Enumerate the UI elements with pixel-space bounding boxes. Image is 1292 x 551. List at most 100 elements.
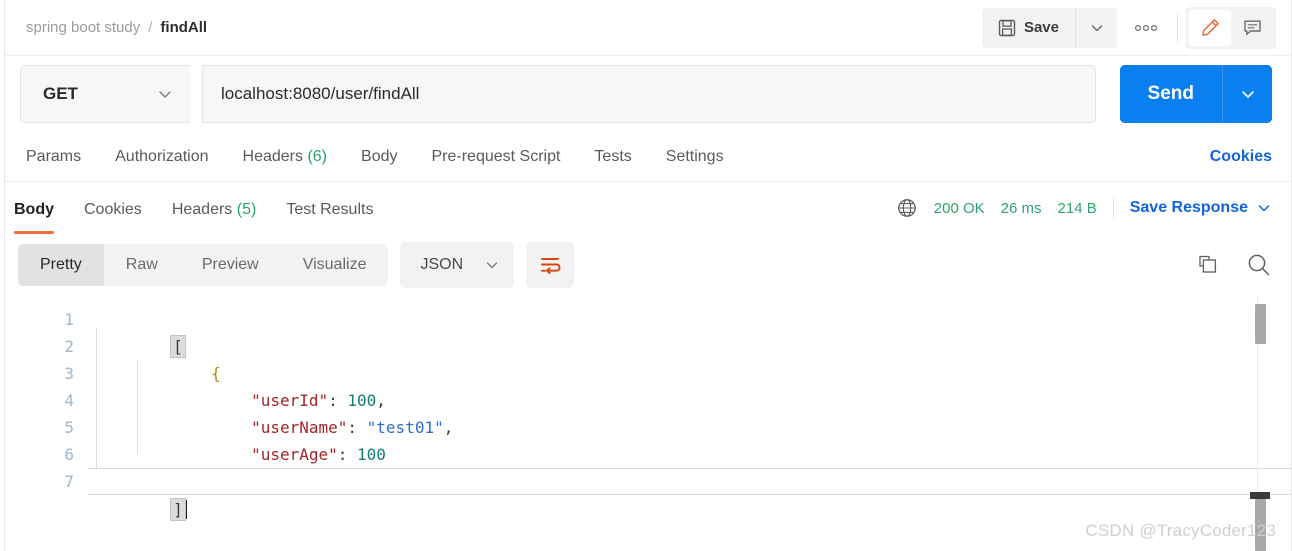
save-dropdown-button[interactable] (1075, 8, 1117, 48)
response-tab-headers-count: (5) (237, 201, 257, 218)
save-response-label: Save Response (1130, 199, 1248, 217)
cookies-link[interactable]: Cookies (1210, 148, 1272, 166)
scrollbar-corner (1250, 492, 1270, 499)
line-number: 5 (0, 414, 88, 441)
response-tab-headers-label: Headers (172, 201, 232, 218)
tab-pre-request-script[interactable]: Pre-request Script (431, 148, 560, 166)
response-time: 26 ms (1001, 200, 1042, 217)
response-tabs: Body Cookies Headers (5) Test Results (14, 182, 403, 234)
tab-body[interactable]: Body (361, 148, 397, 166)
pencil-icon (1200, 17, 1221, 38)
response-tab-cookies-label: Cookies (84, 201, 142, 218)
code-line-2: { (88, 333, 1292, 360)
response-tab-body-label: Body (14, 201, 54, 218)
send-button[interactable]: Send (1120, 65, 1222, 123)
vertical-scrollbar-thumb[interactable] (1255, 304, 1266, 344)
response-body-editor[interactable]: 1 2 3 4 5 6 7 [ { "userId": 100, "userNa… (0, 296, 1292, 551)
code-line-6: } (88, 441, 1292, 468)
chevron-down-icon (156, 85, 174, 103)
line-number: 7 (0, 468, 88, 495)
line-number: 2 (0, 333, 88, 360)
code-line-4: "userName": "test01", (88, 387, 1292, 414)
response-size: 214 B (1058, 200, 1097, 217)
window-left-edge (0, 0, 5, 551)
http-method-selector[interactable]: GET (20, 65, 190, 123)
request-tabs: Params Authorization Headers (6) Body Pr… (0, 132, 1292, 182)
edit-documentation-button[interactable] (1189, 10, 1231, 46)
view-mode-visualize[interactable]: Visualize (281, 244, 389, 286)
chevron-down-icon (1089, 20, 1105, 36)
tab-headers-count: (6) (307, 148, 327, 165)
breadcrumb-request-name: findAll (160, 19, 207, 36)
view-mode-pretty[interactable]: Pretty (18, 244, 104, 286)
viewer-right-actions (1196, 252, 1272, 278)
response-format-selector[interactable]: JSON (400, 242, 514, 288)
postman-window: spring boot study / findAll Save (0, 0, 1292, 551)
code-line-1: [ (88, 306, 1292, 333)
response-tab-cookies[interactable]: Cookies (84, 185, 142, 234)
response-tab-test-results-label: Test Results (286, 201, 373, 218)
tab-headers[interactable]: Headers (6) (243, 148, 328, 166)
tab-params[interactable]: Params (26, 148, 81, 166)
search-button[interactable] (1246, 252, 1272, 278)
chevron-down-icon (1239, 85, 1257, 103)
send-dropdown-button[interactable] (1222, 65, 1272, 123)
word-wrap-toggle[interactable] (526, 242, 574, 288)
line-number: 1 (0, 306, 88, 333)
response-tab-body[interactable]: Body (14, 185, 54, 234)
view-mode-raw[interactable]: Raw (104, 244, 180, 286)
save-button-group: Save (982, 8, 1117, 48)
line-number: 6 (0, 441, 88, 468)
breadcrumb-collection[interactable]: spring boot study (26, 19, 140, 36)
header-divider (1177, 13, 1178, 43)
url-bar-row: GET localhost:8080/user/findAll Send (0, 56, 1292, 132)
tab-settings[interactable]: Settings (666, 148, 724, 166)
view-mode-preview[interactable]: Preview (180, 244, 281, 286)
view-mode-segmented-control: Pretty Raw Preview Visualize (18, 244, 388, 286)
request-header-bar: spring boot study / findAll Save (0, 0, 1292, 56)
watermark: CSDN @TracyCoder123 (1086, 521, 1277, 541)
header-icon-group (1186, 7, 1276, 49)
response-tab-headers[interactable]: Headers (5) (172, 185, 257, 234)
send-button-group: Send (1120, 65, 1272, 123)
code-line-7: ] (88, 468, 1292, 495)
floppy-disk-icon (998, 19, 1016, 37)
more-actions-button[interactable] (1123, 8, 1169, 48)
tab-authorization[interactable]: Authorization (115, 148, 208, 166)
comment-icon (1242, 17, 1263, 38)
url-input[interactable]: localhost:8080/user/findAll (202, 65, 1096, 123)
tab-authorization-label: Authorization (115, 148, 208, 165)
code-line-5: "userAge": 100 (88, 414, 1292, 441)
chevron-down-icon (484, 257, 500, 273)
line-number: 4 (0, 387, 88, 414)
tab-tests[interactable]: Tests (594, 148, 631, 166)
tab-body-label: Body (361, 148, 397, 165)
response-format-label: JSON (420, 256, 463, 274)
response-status-group: 200 OK 26 ms 214 B Save Response (896, 197, 1272, 219)
response-header-bar: Body Cookies Headers (5) Test Results 20… (0, 182, 1292, 234)
globe-icon (896, 197, 918, 219)
code-line-3: "userId": 100, (88, 360, 1292, 387)
text-cursor (185, 500, 187, 519)
comments-button[interactable] (1231, 10, 1273, 46)
http-method-label: GET (43, 84, 78, 104)
save-button[interactable]: Save (982, 8, 1075, 48)
save-response-button[interactable]: Save Response (1130, 199, 1272, 217)
line-number-gutter: 1 2 3 4 5 6 7 (0, 296, 88, 551)
copy-icon (1196, 253, 1220, 277)
json-close-bracket: ] (171, 499, 185, 520)
tab-pre-request-script-label: Pre-request Script (431, 148, 560, 165)
tab-tests-label: Tests (594, 148, 631, 165)
copy-button[interactable] (1196, 253, 1220, 277)
chevron-down-icon (1256, 200, 1272, 216)
response-status-code: 200 OK (934, 200, 985, 217)
save-button-label: Save (1024, 19, 1059, 36)
breadcrumb-separator: / (148, 19, 152, 36)
header-actions: Save (982, 7, 1276, 49)
json-code-content[interactable]: [ { "userId": 100, "userName": "test01",… (88, 296, 1292, 551)
ellipsis-icon (1132, 23, 1160, 33)
response-viewer-toolbar: Pretty Raw Preview Visualize JSON (0, 234, 1292, 296)
response-tab-test-results[interactable]: Test Results (286, 185, 373, 234)
word-wrap-icon (539, 255, 561, 275)
tab-params-label: Params (26, 148, 81, 165)
